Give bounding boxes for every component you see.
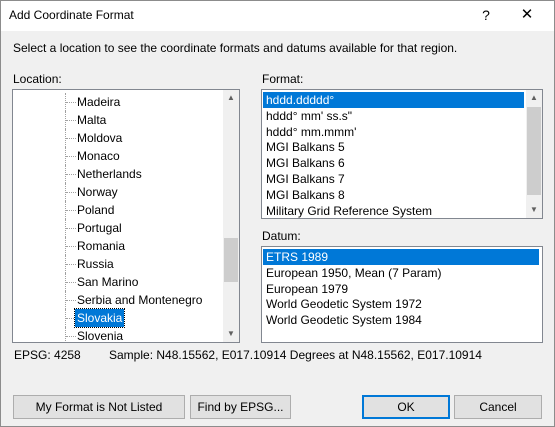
format-label: Format:: [262, 72, 304, 86]
title-bar: Add Coordinate Format ? ✕: [1, 1, 554, 31]
datum-item[interactable]: World Geodetic System 1984: [263, 312, 539, 328]
tree-item-label: Romania: [77, 239, 126, 253]
format-item[interactable]: hddd° mm' ss.s": [263, 108, 524, 124]
tree-item-label: Poland: [77, 203, 115, 217]
sample-text: Sample: N48.15562, E017.10914 Degrees at…: [109, 348, 482, 362]
tree-item[interactable]: Poland: [13, 201, 218, 219]
format-list[interactable]: hddd.ddddd° hddd° mm' ss.s" hddd° mm.mmm' M…: [261, 89, 543, 219]
ok-button[interactable]: OK: [362, 395, 450, 419]
format-item[interactable]: Universal Transverse Mercator (Meters): [263, 218, 524, 219]
tree-item[interactable]: San Marino: [13, 273, 218, 291]
epsg-code: EPSG: 4258: [14, 348, 81, 362]
tree-item[interactable]: Serbia and Montenegro: [13, 291, 218, 309]
tree-item-label: Madeira: [77, 95, 121, 109]
tree-item-label: Malta: [77, 113, 107, 127]
format-item[interactable]: hddd.ddddd°: [262, 91, 525, 109]
cancel-button[interactable]: Cancel: [454, 395, 542, 419]
tree-item-label: Slovakia: [73, 308, 126, 328]
tree-item[interactable]: Romania: [13, 237, 218, 255]
datum-item[interactable]: European 1950, Mean (7 Param): [263, 265, 539, 281]
tree-item[interactable]: Monaco: [13, 147, 218, 165]
tree-item-label: San Marino: [77, 275, 139, 289]
datum-item[interactable]: European 1979: [263, 281, 539, 297]
help-icon[interactable]: ?: [476, 5, 496, 25]
scroll-down-icon[interactable]: ▼: [223, 326, 239, 342]
tree-connector-line: [65, 327, 67, 342]
scroll-up-icon[interactable]: ▲: [223, 90, 239, 106]
tree-item[interactable]: Madeira: [13, 93, 218, 111]
tree-item[interactable]: Slovenia: [13, 327, 218, 343]
instruction-text: Select a location to see the coordinate …: [13, 41, 458, 55]
tree-item-label: Serbia and Montenegro: [77, 293, 203, 307]
window-title: Add Coordinate Format: [9, 8, 134, 22]
datum-label: Datum:: [262, 229, 301, 243]
scroll-up-icon[interactable]: ▲: [526, 90, 542, 106]
tree-item[interactable]: Netherlands: [13, 165, 218, 183]
find-by-epsg-button[interactable]: Find by EPSG...: [190, 395, 291, 419]
format-item[interactable]: Military Grid Reference System: [263, 203, 524, 218]
tree-item-label: Monaco: [77, 149, 120, 163]
format-item[interactable]: MGI Balkans 8: [263, 187, 524, 203]
format-item[interactable]: MGI Balkans 5: [263, 139, 524, 155]
add-coordinate-format-dialog: Add Coordinate Format ? ✕ Select a locat…: [0, 0, 555, 427]
tree-item[interactable]: Slovakia: [13, 308, 218, 328]
scroll-thumb[interactable]: [527, 107, 541, 195]
tree-item-label: Russia: [77, 257, 114, 271]
format-scrollbar[interactable]: ▲ ▼: [526, 90, 542, 218]
location-scrollbar[interactable]: ▲ ▼: [223, 90, 239, 342]
tree-item-label: Netherlands: [77, 167, 142, 181]
format-item[interactable]: MGI Balkans 6: [263, 155, 524, 171]
tree-item[interactable]: Malta: [13, 111, 218, 129]
close-icon[interactable]: ✕: [516, 5, 538, 25]
tree-item-label: Moldova: [77, 131, 123, 145]
datum-list[interactable]: ETRS 1989 European 1950, Mean (7 Param) Eu…: [261, 246, 543, 343]
tree-item-label: Portugal: [77, 221, 122, 235]
scroll-down-icon[interactable]: ▼: [526, 202, 542, 218]
tree-item-label: Norway: [77, 185, 118, 199]
location-label: Location:: [13, 72, 62, 86]
datum-item[interactable]: ETRS 1989: [262, 248, 540, 266]
location-tree[interactable]: Madeira Malta Moldova Monaco Netherlands Norw…: [12, 89, 240, 343]
tree-item[interactable]: Norway: [13, 183, 218, 201]
tree-item[interactable]: Moldova: [13, 129, 218, 147]
format-item[interactable]: MGI Balkans 7: [263, 171, 524, 187]
format-item[interactable]: hddd° mm.mmm': [263, 124, 524, 140]
datum-item[interactable]: World Geodetic System 1972: [263, 296, 539, 312]
tree-item[interactable]: Portugal: [13, 219, 218, 237]
tree-item[interactable]: Russia: [13, 255, 218, 273]
tree-item-label: Slovenia: [77, 329, 124, 343]
scroll-thumb[interactable]: [224, 238, 238, 282]
my-format-not-listed-button[interactable]: My Format is Not Listed: [13, 395, 185, 419]
